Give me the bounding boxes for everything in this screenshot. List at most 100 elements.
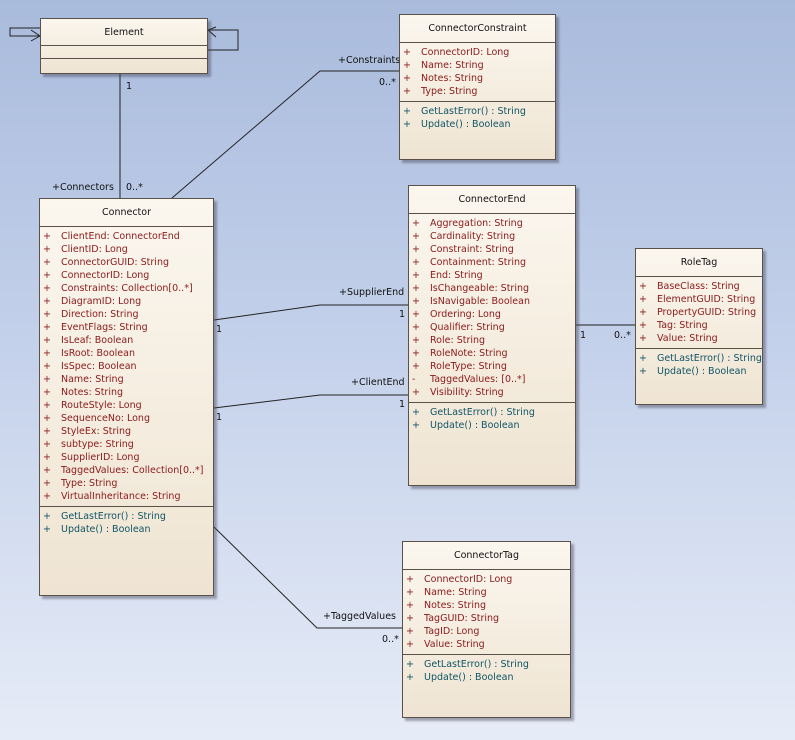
attribute: + VirtualInheritance: String	[43, 491, 181, 502]
tagged-values-multiplicity: 0..*	[382, 634, 399, 645]
attribute: + ConnectorID: Long	[43, 270, 150, 281]
operation: + Update() : Boolean	[412, 420, 520, 431]
attribute: + ConnectorID: Long	[406, 574, 513, 585]
operation-compartment: + GetLastError() : String + Update() : Boo…	[400, 102, 555, 134]
attribute: + subtype: String	[43, 439, 134, 450]
constraints-association	[171, 70, 399, 199]
attribute: + PropertyGUID: String	[639, 307, 757, 318]
attribute-compartment: + ClientEnd: ConnectorEnd + ClientID: Long…	[40, 227, 213, 507]
operation-compartment: + GetLastError() : String + Update() : Boo…	[409, 403, 575, 435]
attribute: + Name: String	[406, 587, 487, 598]
attribute: + IsRoot: Boolean	[43, 348, 135, 359]
attribute: + Value: String	[406, 639, 485, 650]
element-multiplicity: 1	[126, 81, 133, 92]
attribute: + Direction: String	[43, 309, 139, 320]
attribute-compartment: + Aggregation: String + Cardinality: Strin…	[409, 214, 575, 403]
attribute: + IsLeaf: Boolean	[43, 335, 134, 346]
class-connector-tag[interactable]: ConnectorTag + ConnectorID: Long + Name: S…	[402, 541, 571, 718]
attribute: + ConnectorID: Long	[403, 47, 510, 58]
attribute: + SequenceNo: Long	[43, 413, 150, 424]
attribute: + Role: String	[412, 335, 486, 346]
attribute: + RoleNote: String	[412, 348, 508, 359]
operation: + GetLastError() : String	[412, 407, 535, 418]
client-end-target-multiplicity: 1	[399, 399, 406, 410]
attribute: - TaggedValues: [0..*]	[412, 374, 526, 385]
attribute: + IsSpec: Boolean	[43, 361, 137, 372]
class-name: RoleTag	[636, 249, 762, 277]
attribute: + Type: String	[403, 86, 478, 97]
element-self-association-left	[9, 27, 40, 37]
element-self-association-right	[208, 29, 239, 51]
attribute: + EventFlags: String	[43, 322, 148, 333]
roletag-source-multiplicity: 1	[580, 330, 587, 341]
class-connector-constraint[interactable]: ConnectorConstraint + ConnectorID: Long +…	[399, 14, 556, 160]
supplier-end-role-label: +SupplierEnd	[339, 287, 405, 298]
attribute: + Constraints: Collection[0..*]	[43, 283, 193, 294]
operation: + GetLastError() : String	[403, 106, 526, 117]
attribute: + ClientID: Long	[43, 244, 128, 255]
attribute: + ConnectorGUID: String	[43, 257, 170, 268]
operation-compartment: + GetLastError() : String + Update() : Boo…	[636, 349, 762, 381]
attribute: + DiagramID: Long	[43, 296, 142, 307]
attribute-compartment: + ConnectorID: Long + Name: String + Notes:…	[400, 43, 555, 102]
operation: + GetLastError() : String	[639, 353, 762, 364]
attribute: + Cardinality: String	[412, 231, 516, 242]
attribute: + End: String	[412, 270, 483, 281]
operation-compartment: + GetLastError() : String + Update() : Boo…	[403, 655, 570, 687]
class-element[interactable]: Element	[40, 18, 208, 74]
operation: + Update() : Boolean	[639, 366, 747, 377]
attribute-compartment: + ConnectorID: Long + Name: String + Notes:…	[403, 570, 570, 655]
class-name: ConnectorConstraint	[400, 15, 555, 43]
attribute: + Notes: String	[43, 387, 124, 398]
attribute: + BaseClass: String	[639, 281, 740, 292]
attribute: + Ordering: Long	[412, 309, 501, 320]
connectors-role-label: +Connectors	[52, 182, 114, 193]
supplier-end-source-multiplicity: 1	[216, 324, 223, 335]
client-end-association	[213, 394, 408, 409]
attribute: + Tag: String	[639, 320, 708, 331]
constraints-role-label: +Constraints	[338, 55, 401, 66]
class-name: Connector	[40, 199, 213, 227]
attribute: + Type: String	[43, 478, 118, 489]
operation: + Update() : Boolean	[403, 119, 511, 130]
class-connector-end[interactable]: ConnectorEnd + Aggregation: String + Cardi…	[408, 185, 576, 486]
attribute-compartment: + BaseClass: String + ElementGUID: String …	[636, 277, 762, 349]
operation: + Update() : Boolean	[43, 524, 151, 535]
supplier-end-target-multiplicity: 1	[399, 309, 406, 320]
attribute: + StyleEx: String	[43, 426, 132, 437]
attribute: + Notes: String	[406, 600, 487, 611]
attribute: + ClientEnd: ConnectorEnd	[43, 231, 180, 242]
class-name: Element	[41, 19, 207, 46]
class-name: ConnectorTag	[403, 542, 570, 570]
connectors-multiplicity: 0..*	[126, 182, 143, 193]
attribute: + TagID: Long	[406, 626, 480, 637]
client-end-source-multiplicity: 1	[216, 412, 223, 423]
attribute: + RoleType: String	[412, 361, 507, 372]
attribute: + Notes: String	[403, 73, 484, 84]
class-name: ConnectorEnd	[409, 186, 575, 214]
operation: + GetLastError() : String	[43, 511, 166, 522]
tagged-values-role-label: +TaggedValues	[323, 611, 396, 622]
attribute: + Name: String	[403, 60, 484, 71]
attribute: + TagGUID: String	[406, 613, 500, 624]
operation-compartment: + GetLastError() : String + Update() : Boo…	[40, 507, 213, 539]
attribute: + Name: String	[43, 374, 124, 385]
attribute: + TaggedValues: Collection[0..*]	[43, 465, 204, 476]
attribute: + ElementGUID: String	[639, 294, 756, 305]
attribute: + Constraint: String	[412, 244, 514, 255]
roletag-target-multiplicity: 0..*	[614, 330, 631, 341]
attribute: + Containment: String	[412, 257, 527, 268]
constraints-multiplicity: 0..*	[379, 77, 396, 88]
element-right-arrowhead	[207, 26, 217, 38]
supplier-end-association	[213, 304, 408, 321]
attribute: + SupplierID: Long	[43, 452, 140, 463]
operation: + GetLastError() : String	[406, 659, 529, 670]
attribute: + Aggregation: String	[412, 218, 523, 229]
operation: + Update() : Boolean	[406, 672, 514, 683]
class-role-tag[interactable]: RoleTag + BaseClass: String + ElementGUID:…	[635, 248, 763, 405]
attribute-compartment	[41, 46, 207, 59]
class-connector[interactable]: Connector + ClientEnd: ConnectorEnd + Clie…	[39, 198, 214, 596]
attribute: + Visibility: String	[412, 387, 504, 398]
attribute: + IsNavigable: Boolean	[412, 296, 530, 307]
attribute: + Qualifier: String	[412, 322, 505, 333]
